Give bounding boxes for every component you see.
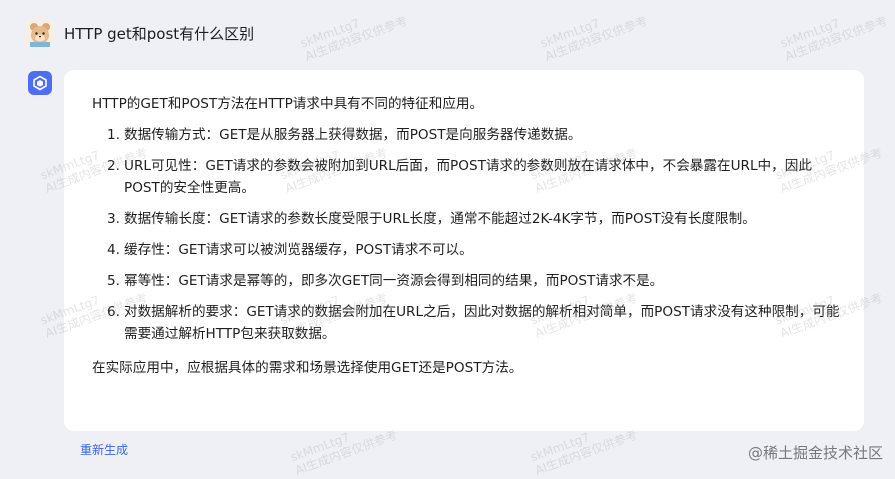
watermark: skMmLtg7 AI生成内容仅供参考 [298,0,410,64]
list-item-number: 1. [107,127,120,143]
list-item: 4. 缓存性：GET请求可以被浏览器缓存，POST请求不可以。 [92,239,842,261]
answer-conclusion: 在实际应用中，应根据具体的需求和场景选择使用GET还是POST方法。 [92,360,523,376]
watermark-line-1: skMmLtg7 [538,16,602,51]
answer-intro: HTTP的GET和POST方法在HTTP请求中具有不同的特征和应用。 [92,96,484,112]
regenerate-button[interactable]: 重新生成 [80,441,128,458]
list-item-text: 数据传输方式：GET是从服务器上获得数据，而POST是向服务器传递数据。 [124,127,582,143]
answer-card: HTTP的GET和POST方法在HTTP请求中具有不同的特征和应用。 1. 数据… [64,70,864,431]
list-item-text: URL可见性：GET请求的参数会被附加到URL后面，而POST请求的参数则放在请… [124,158,812,196]
list-item-number: 5. [107,273,120,289]
list-item-text: 缓存性：GET请求可以被浏览器缓存，POST请求不可以。 [124,242,473,258]
watermark-line-2: AI生成内容仅供参考 [543,13,650,64]
watermark-line-2: AI生成内容仅供参考 [303,13,410,64]
list-item: 3. 数据传输长度：GET请求的参数长度受限于URL长度，通常不能超过2K-4K… [92,208,842,230]
list-item-number: 4. [107,242,120,258]
user-message: HTTP get和post有什么区别 [26,19,254,47]
list-item: 6. 对数据解析的要求：GET请求的数据会附加在URL之后，因此对数据的解析相对… [92,301,842,345]
list-item: 2. URL可见性：GET请求的参数会被附加到URL后面，而POST请求的参数则… [92,155,842,199]
list-item-text: 对数据解析的要求：GET请求的数据会附加在URL之后，因此对数据的解析相对简单，… [124,304,840,342]
list-item-number: 2. [107,158,120,174]
user-question-text: HTTP get和post有什么区别 [64,24,255,43]
list-item: 5. 幂等性：GET请求是幂等的，即多次GET同一资源会得到相同的结果，而POS… [92,270,842,292]
bot-avatar-icon [28,71,52,95]
watermark: skMmLtg7 AI生成内容仅供参考 [538,0,650,64]
answer-points-list: 1. 数据传输方式：GET是从服务器上获得数据，而POST是向服务器传递数据。 … [92,124,842,345]
watermark-line-2: AI生成内容仅供参考 [293,427,400,478]
list-item-text: 幂等性：GET请求是幂等的，即多次GET同一资源会得到相同的结果，而POST请求… [124,273,664,289]
list-item-text: 数据传输长度：GET请求的参数长度受限于URL长度，通常不能超过2K-4K字节，… [124,211,756,227]
watermark-line-1: skMmLtg7 [298,16,362,51]
watermark: skMmLtg7 AI生成内容仅供参考 [778,0,890,64]
watermark-line-1: skMmLtg7 [778,16,842,51]
footer-watermark: @稀土掘金技术社区 [747,444,883,462]
watermark-line-2: AI生成内容仅供参考 [783,13,890,64]
list-item-number: 3. [107,211,120,227]
list-item-number: 6. [107,304,120,320]
user-avatar-icon [26,19,54,47]
watermark-line-2: AI生成内容仅供参考 [533,427,640,478]
list-item: 1. 数据传输方式：GET是从服务器上获得数据，而POST是向服务器传递数据。 [92,124,842,146]
